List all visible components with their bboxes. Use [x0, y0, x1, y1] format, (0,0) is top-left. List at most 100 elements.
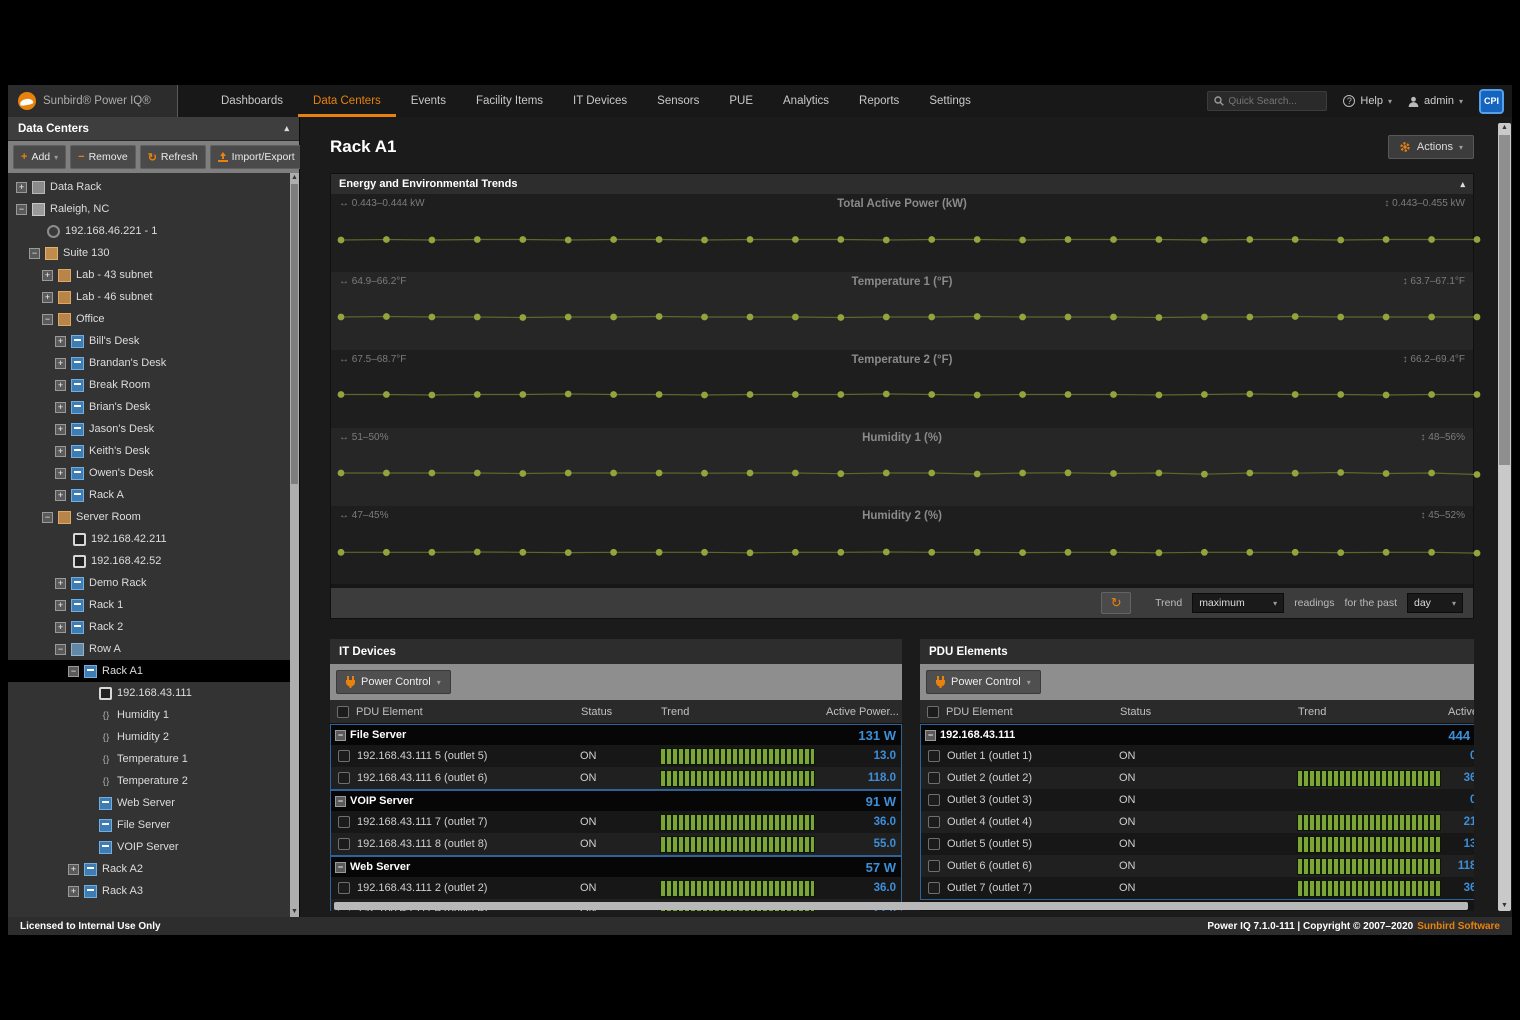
col-trend[interactable]: Trend: [1298, 706, 1448, 718]
expand-icon[interactable]: +: [42, 292, 53, 303]
tree-item-break-room[interactable]: +Break Room: [8, 374, 299, 396]
row-checkbox[interactable]: [928, 816, 940, 828]
quick-search[interactable]: [1207, 91, 1327, 111]
tree-item-bill-s-desk[interactable]: +Bill's Desk: [8, 330, 299, 352]
row-checkbox[interactable]: [928, 794, 940, 806]
table-row[interactable]: 192.168.43.111 7 (outlet 7)ON36.0: [331, 811, 901, 833]
tree-scroll-thumb[interactable]: [291, 184, 298, 484]
collapse-icon[interactable]: −: [16, 204, 27, 215]
tree-item-lab-43-subnet[interactable]: +Lab - 43 subnet: [8, 264, 299, 286]
table-row[interactable]: Outlet 5 (outlet 5)ON13.0: [921, 833, 1474, 855]
tree-item-192-168-42-52[interactable]: 192.168.42.52: [8, 550, 299, 572]
table-row[interactable]: Outlet 7 (outlet 7)ON36.0: [921, 877, 1474, 899]
col-status[interactable]: Status: [581, 706, 661, 718]
chart-refresh-button[interactable]: ↻: [1101, 592, 1131, 614]
scroll-up-icon[interactable]: ▲: [290, 173, 299, 183]
collapse-up-icon[interactable]: ▴: [1460, 179, 1465, 190]
col-pdu-element[interactable]: PDU Element: [946, 706, 1120, 718]
tree-item-raleigh-nc[interactable]: −Raleigh, NC: [8, 198, 299, 220]
row-checkbox[interactable]: [928, 838, 940, 850]
group-header-row[interactable]: −192.168.43.111444 W: [921, 725, 1474, 745]
col-active-power[interactable]: Active Power...: [826, 706, 902, 718]
nav-item-settings[interactable]: Settings: [914, 85, 986, 117]
nav-item-it-devices[interactable]: IT Devices: [558, 85, 642, 117]
select-all-checkbox[interactable]: [927, 706, 939, 718]
collapse-up-icon[interactable]: ▴: [284, 123, 289, 134]
time-range-select[interactable]: day ▾: [1407, 593, 1463, 613]
nav-item-pue[interactable]: PUE: [714, 85, 768, 117]
table-row[interactable]: 192.168.43.111 5 (outlet 5)ON13.0: [331, 745, 901, 767]
row-checkbox[interactable]: [338, 838, 350, 850]
collapse-icon[interactable]: −: [335, 796, 346, 807]
table-row[interactable]: Outlet 1 (outlet 1)ON0.0: [921, 745, 1474, 767]
nav-item-sensors[interactable]: Sensors: [642, 85, 714, 117]
col-trend[interactable]: Trend: [661, 706, 826, 718]
nav-item-reports[interactable]: Reports: [844, 85, 914, 117]
expand-icon[interactable]: +: [55, 578, 66, 589]
expand-icon[interactable]: +: [68, 886, 79, 897]
import-export-button[interactable]: Import/Export: [210, 145, 303, 169]
expand-icon[interactable]: +: [55, 380, 66, 391]
user-menu[interactable]: admin ▾: [1408, 95, 1463, 107]
power-control-button[interactable]: Power Control ▾: [926, 670, 1041, 694]
col-status[interactable]: Status: [1120, 706, 1298, 718]
tree-item-data-rack[interactable]: +Data Rack: [8, 176, 299, 198]
tree-item-brandan-s-desk[interactable]: +Brandan's Desk: [8, 352, 299, 374]
expand-icon[interactable]: +: [42, 270, 53, 281]
col-pdu-element[interactable]: PDU Element: [356, 706, 581, 718]
tree-item-suite-130[interactable]: −Suite 130: [8, 242, 299, 264]
cpi-logo[interactable]: CPI: [1479, 89, 1504, 114]
expand-icon[interactable]: +: [55, 358, 66, 369]
tree-item-web-server[interactable]: Web Server: [8, 792, 299, 814]
tree-item-lab-46-subnet[interactable]: +Lab - 46 subnet: [8, 286, 299, 308]
expand-icon[interactable]: +: [68, 864, 79, 875]
nav-item-data-centers[interactable]: Data Centers: [298, 85, 396, 117]
main-scroll-thumb[interactable]: [1499, 135, 1510, 465]
collapse-icon[interactable]: −: [55, 644, 66, 655]
tree-item-keith-s-desk[interactable]: +Keith's Desk: [8, 440, 299, 462]
actions-button[interactable]: Actions ▾: [1388, 135, 1474, 159]
collapse-icon[interactable]: −: [925, 730, 936, 741]
nav-item-events[interactable]: Events: [396, 85, 461, 117]
help-menu[interactable]: ? Help ▾: [1343, 95, 1392, 107]
tree-item-temperature-1[interactable]: Temperature 1: [8, 748, 299, 770]
remove-button[interactable]: − Remove: [70, 145, 136, 169]
select-all-checkbox[interactable]: [337, 706, 349, 718]
table-row[interactable]: 192.168.43.111 8 (outlet 8)ON55.0: [331, 833, 901, 855]
expand-icon[interactable]: +: [55, 600, 66, 611]
row-checkbox[interactable]: [928, 860, 940, 872]
nav-item-analytics[interactable]: Analytics: [768, 85, 844, 117]
expand-icon[interactable]: +: [55, 402, 66, 413]
collapse-icon[interactable]: −: [68, 666, 79, 677]
expand-icon[interactable]: +: [55, 446, 66, 457]
row-checkbox[interactable]: [928, 772, 940, 784]
expand-icon[interactable]: +: [16, 182, 27, 193]
collapse-icon[interactable]: −: [42, 314, 53, 325]
tree-item-humidity-2[interactable]: Humidity 2: [8, 726, 299, 748]
nav-item-dashboards[interactable]: Dashboards: [206, 85, 298, 117]
tree-item-rack-a3[interactable]: +Rack A3: [8, 880, 299, 902]
collapse-icon[interactable]: −: [335, 730, 346, 741]
tree-item-rack-1[interactable]: +Rack 1: [8, 594, 299, 616]
table-row[interactable]: Outlet 4 (outlet 4)ON21.0: [921, 811, 1474, 833]
row-checkbox[interactable]: [928, 750, 940, 762]
table-row[interactable]: 192.168.43.111 2 (outlet 2)ON36.0: [331, 877, 901, 899]
tree-item-office[interactable]: −Office: [8, 308, 299, 330]
expand-icon[interactable]: +: [55, 336, 66, 347]
add-button[interactable]: + Add ▾: [13, 145, 66, 169]
tree-item-row-a[interactable]: −Row A: [8, 638, 299, 660]
group-header-row[interactable]: −VOIP Server91 W: [331, 791, 901, 811]
tree-item-file-server[interactable]: File Server: [8, 814, 299, 836]
tree-item-192-168-43-111[interactable]: 192.168.43.111: [8, 682, 299, 704]
tree-item-owen-s-desk[interactable]: +Owen's Desk: [8, 462, 299, 484]
nav-item-facility-items[interactable]: Facility Items: [461, 85, 558, 117]
search-input[interactable]: [1228, 96, 1318, 107]
tree-item-voip-server[interactable]: VOIP Server: [8, 836, 299, 858]
table-row[interactable]: Outlet 2 (outlet 2)ON36.0: [921, 767, 1474, 789]
table-row[interactable]: Outlet 3 (outlet 3)ON0.0: [921, 789, 1474, 811]
row-checkbox[interactable]: [338, 882, 350, 894]
tree-item-rack-a1[interactable]: −Rack A1: [8, 660, 299, 682]
tree-item-humidity-1[interactable]: Humidity 1: [8, 704, 299, 726]
expand-icon[interactable]: +: [55, 622, 66, 633]
col-active[interactable]: Active...: [1448, 706, 1474, 718]
